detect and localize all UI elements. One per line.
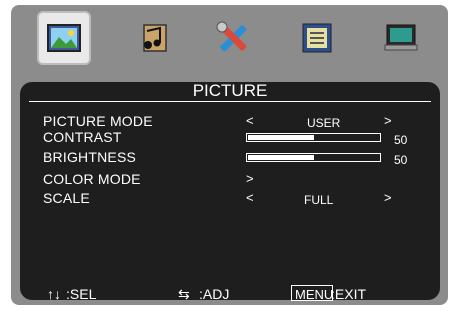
picture-icon: [47, 24, 81, 52]
adjust-arrows-icon: ⇆: [178, 286, 190, 302]
contrast-slider[interactable]: [246, 133, 381, 142]
sel-label: :SEL: [66, 286, 97, 302]
picture-mode-right-arrow[interactable]: >: [384, 113, 392, 128]
sel-arrows-icon: ↑↓: [47, 286, 61, 302]
color-mode-label: COLOR MODE: [43, 171, 141, 187]
scale-left-arrow[interactable]: <: [246, 190, 254, 205]
scale-right-arrow[interactable]: >: [384, 190, 392, 205]
settings-tools-icon: [216, 21, 247, 52]
menu-key-label: MENU: [295, 287, 334, 302]
osd-icon: [302, 23, 332, 53]
display-icon: [384, 24, 418, 51]
contrast-value: 50: [394, 133, 408, 147]
brightness-value: 50: [394, 153, 408, 167]
picture-mode-value[interactable]: USER: [307, 116, 340, 130]
color-mode-right-arrow[interactable]: >: [246, 171, 254, 186]
tab-settings[interactable]: [206, 11, 260, 65]
menu-title: PICTURE: [192, 81, 268, 100]
contrast-slider-fill: [248, 135, 314, 140]
tab-picture[interactable]: [37, 11, 91, 65]
scale-value[interactable]: FULL: [304, 193, 333, 207]
brightness-label: BRIGHTNESS: [43, 149, 137, 165]
tab-audio[interactable]: [126, 11, 180, 65]
tab-display[interactable]: [374, 11, 428, 65]
brightness-slider[interactable]: [246, 153, 381, 162]
audio-icon: [143, 24, 167, 52]
scale-label: SCALE: [43, 190, 90, 206]
title-divider: [29, 101, 431, 102]
adj-label: :ADJ: [199, 286, 230, 302]
picture-mode-left-arrow[interactable]: <: [246, 113, 254, 128]
exit-label: :EXIT: [331, 286, 367, 302]
picture-mode-label: PICTURE MODE: [43, 113, 153, 129]
brightness-slider-fill: [248, 155, 314, 160]
contrast-label: CONTRAST: [43, 129, 122, 145]
tab-osd[interactable]: [290, 11, 344, 65]
